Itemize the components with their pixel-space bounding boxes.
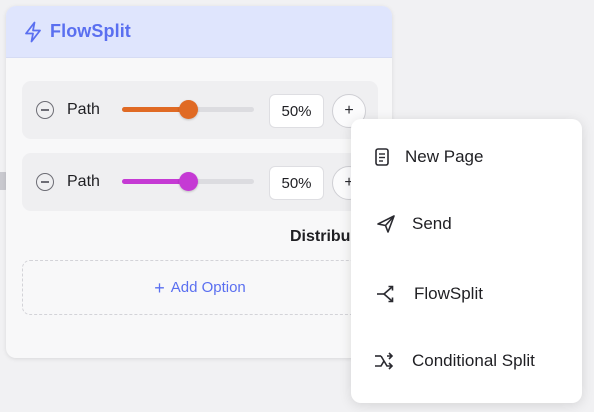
path-row: Path 50% + — [22, 81, 378, 139]
flowsplit-node[interactable]: FlowSplit Path 50% + Path 50% + Distribu… — [6, 6, 392, 358]
remove-path-icon[interactable] — [36, 101, 54, 119]
slider-thumb[interactable] — [178, 172, 198, 191]
menu-item-label: New Page — [405, 147, 484, 166]
path-label: Path — [67, 173, 100, 190]
add-option-label: Add Option — [170, 279, 246, 296]
remove-path-icon[interactable] — [36, 173, 54, 191]
menu-item-label: Conditional Split — [412, 351, 535, 370]
distribute-label[interactable]: Distribu — [290, 228, 350, 246]
split-arrows-icon — [375, 283, 397, 305]
menu-item-conditional-split[interactable]: Conditional Split — [351, 339, 582, 383]
path-label: Path — [67, 101, 100, 118]
percent-input[interactable]: 50% — [269, 166, 324, 200]
add-option-button[interactable]: + Add Option — [22, 260, 378, 315]
path-row: Path 50% + — [22, 153, 378, 211]
path-slider[interactable] — [122, 100, 254, 119]
menu-item-send[interactable]: Send — [351, 202, 582, 246]
node-type-menu: New Page Send FlowSplit Conditional Spli… — [351, 119, 582, 403]
menu-item-new-page[interactable]: New Page — [351, 135, 582, 179]
percent-input[interactable]: 50% — [269, 94, 324, 128]
plus-icon: + — [154, 277, 165, 298]
paper-plane-icon — [375, 213, 397, 235]
menu-item-flowsplit[interactable]: FlowSplit — [351, 272, 582, 316]
conditional-split-icon — [373, 350, 395, 372]
node-header: FlowSplit — [6, 6, 392, 58]
menu-item-label: Send — [412, 214, 452, 233]
document-icon — [371, 146, 393, 168]
menu-item-label: FlowSplit — [414, 284, 483, 303]
node-title: FlowSplit — [50, 21, 131, 41]
lightning-bolt-icon — [23, 21, 43, 43]
slider-thumb[interactable] — [178, 100, 198, 119]
path-slider[interactable] — [122, 172, 254, 191]
